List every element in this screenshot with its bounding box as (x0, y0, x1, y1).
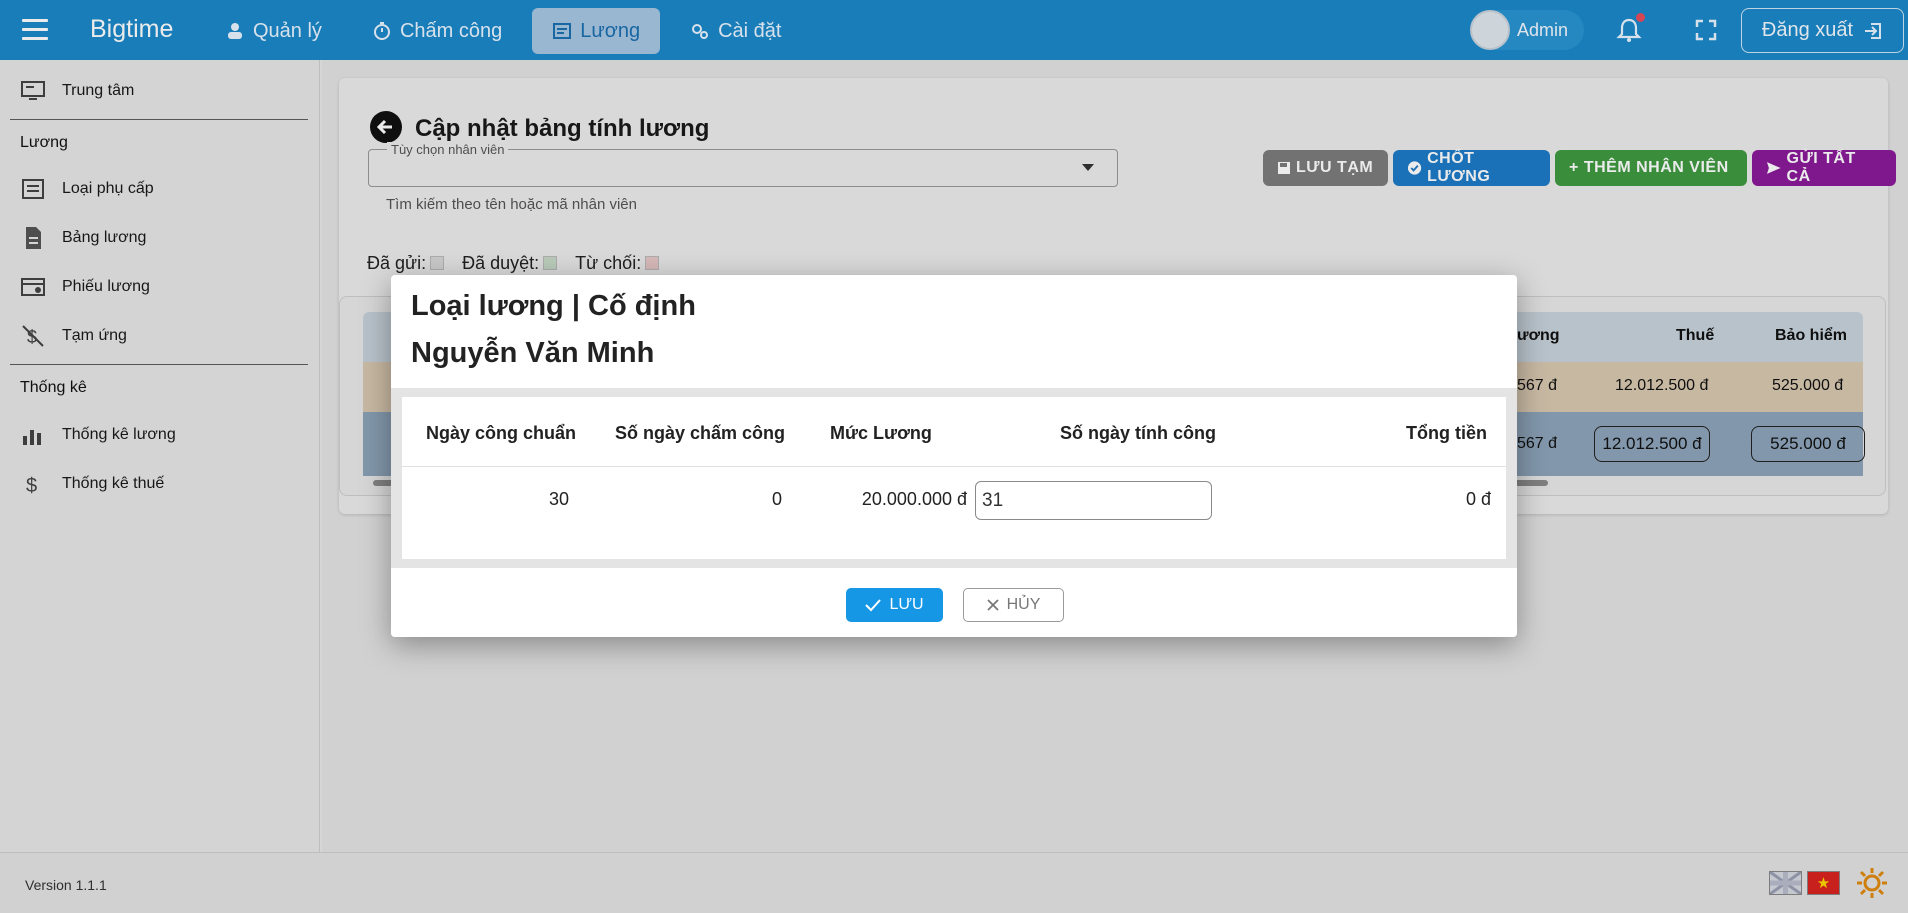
salary-days-dialog: Loại lương | Cố định Nguyễn Văn Minh Ngà… (391, 275, 1517, 637)
total-value: 0 đ (1465, 489, 1491, 509)
table-divider (402, 466, 1506, 467)
table-header-salary: Mức Lương (830, 423, 932, 443)
check-icon (865, 599, 882, 612)
table-header-attendance-days: Số ngày chấm công (615, 423, 786, 443)
dialog-employee-name: Nguyễn Văn Minh (411, 337, 655, 369)
table-header-working-days: Số ngày tính công (1060, 423, 1216, 443)
dialog-body: Ngày công chuẩn Số ngày chấm công Mức Lư… (391, 388, 1517, 568)
attendance-days-value: 0 (771, 489, 782, 509)
close-icon (986, 599, 999, 611)
cancel-button[interactable]: HỦY (963, 588, 1064, 622)
dialog-footer: LƯU HỦY (391, 568, 1517, 637)
save-button[interactable]: LƯU (846, 588, 943, 622)
standard-days-value: 30 (549, 489, 570, 509)
cancel-button-label: HỦY (1006, 596, 1041, 613)
dialog-title: Loại lương | Cố định (411, 290, 696, 322)
save-button-label: LƯU (889, 596, 924, 613)
table-header-total: Tổng tiền (1406, 423, 1487, 443)
table-header-standard-days: Ngày công chuẩn (426, 423, 577, 443)
dialog-table: Ngày công chuẩn Số ngày chấm công Mức Lư… (402, 397, 1506, 559)
salary-value: 20.000.000 đ (861, 489, 967, 509)
working-days-input[interactable] (975, 481, 1212, 520)
